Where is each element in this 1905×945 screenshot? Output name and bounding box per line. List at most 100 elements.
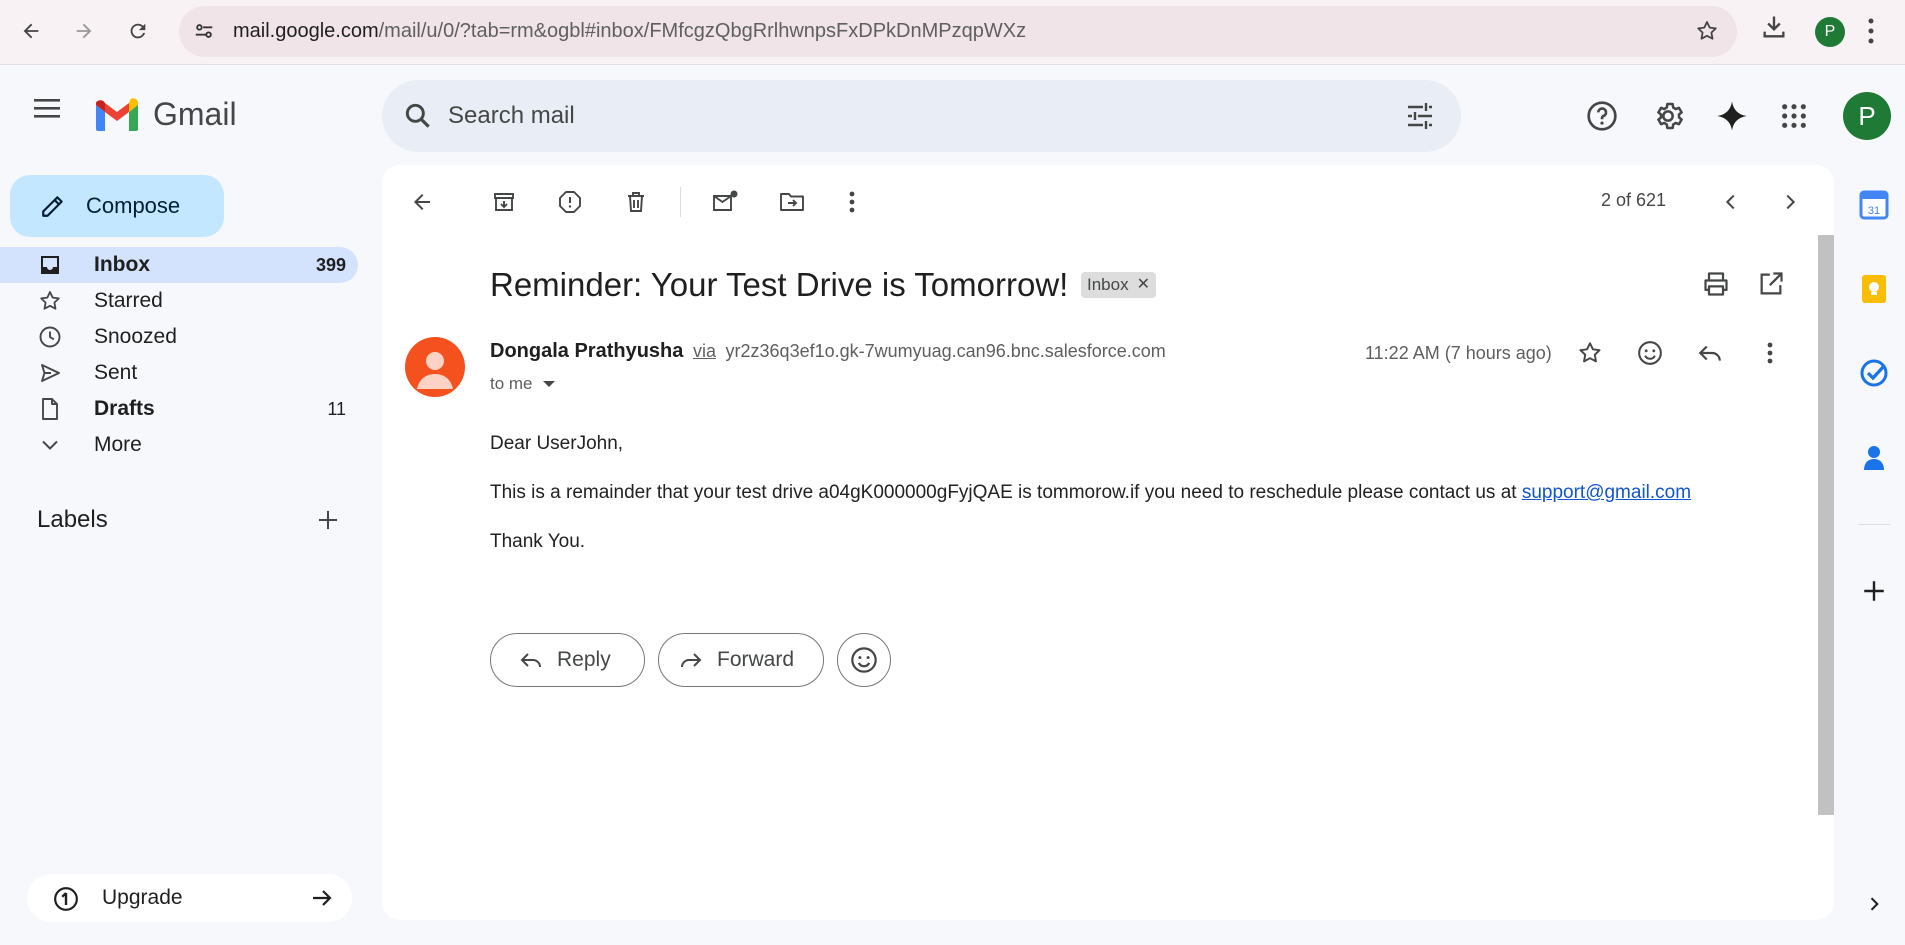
older-chevron-right-icon[interactable] bbox=[1770, 182, 1810, 222]
sidebar-item-sent[interactable]: Sent bbox=[0, 355, 358, 391]
address-bar[interactable]: mail.google.com/mail/u/0/?tab=rm&ogbl#in… bbox=[179, 6, 1737, 57]
labels-heading: Labels bbox=[37, 506, 108, 533]
sidebar-item-snoozed[interactable]: Snoozed bbox=[0, 319, 358, 355]
mark-unread-icon[interactable] bbox=[706, 182, 746, 222]
sender-address: yr2z36q3ef1o.gk-7wumyuag.can96.bnc.sales… bbox=[725, 341, 1166, 361]
url-host: mail.google.com bbox=[233, 20, 379, 42]
delete-trash-icon[interactable] bbox=[616, 182, 656, 222]
move-to-folder-icon[interactable] bbox=[772, 182, 812, 222]
sidebar-item-label: Inbox bbox=[94, 253, 150, 276]
inbox-icon bbox=[38, 253, 62, 277]
pencil-icon bbox=[40, 193, 66, 219]
browser-menu-icon[interactable] bbox=[1868, 16, 1874, 46]
back-arrow-icon[interactable] bbox=[13, 13, 49, 49]
add-label-icon[interactable] bbox=[316, 508, 340, 532]
star-icon bbox=[38, 289, 62, 313]
email-body-line: This is a remainder that your test drive… bbox=[490, 482, 1691, 504]
upgrade-button[interactable]: Upgrade bbox=[27, 874, 352, 922]
arrow-right-icon bbox=[310, 886, 334, 910]
back-to-inbox-icon[interactable] bbox=[402, 182, 442, 222]
remove-label-icon[interactable]: ✕ bbox=[1137, 272, 1150, 298]
reply-label: Reply bbox=[557, 648, 611, 671]
apps-grid-icon[interactable] bbox=[1774, 96, 1814, 136]
draft-count: 11 bbox=[327, 398, 346, 419]
help-icon[interactable] bbox=[1582, 96, 1622, 136]
recipient-text: to me bbox=[490, 374, 533, 393]
gmail-logo[interactable]: Gmail bbox=[93, 96, 237, 133]
add-reaction-icon[interactable] bbox=[1630, 333, 1670, 373]
star-message-icon[interactable] bbox=[1570, 333, 1610, 373]
tasks-icon[interactable] bbox=[1858, 357, 1890, 389]
reply-arrow-icon bbox=[519, 648, 543, 672]
reply-icon[interactable] bbox=[1690, 333, 1730, 373]
search-input[interactable] bbox=[448, 94, 1348, 138]
recipient-details[interactable]: to me bbox=[490, 374, 555, 394]
message-more-icon[interactable] bbox=[1750, 333, 1790, 373]
settings-gear-icon[interactable] bbox=[1648, 96, 1688, 136]
account-avatar[interactable]: P bbox=[1843, 92, 1891, 140]
pagination-text: 2 of 621 bbox=[1601, 190, 1667, 210]
sender-info: Dongala Prathyusha via yr2z36q3ef1o.gk-7… bbox=[490, 340, 1166, 363]
download-icon[interactable] bbox=[1760, 13, 1788, 41]
side-panel-divider bbox=[1858, 524, 1890, 525]
search-bar bbox=[382, 80, 1461, 152]
browser-profile-avatar[interactable]: P bbox=[1815, 17, 1845, 47]
contacts-icon[interactable] bbox=[1858, 441, 1890, 473]
gemini-sparkle-icon[interactable] bbox=[1712, 96, 1752, 136]
inbox-label-chip[interactable]: Inbox ✕ bbox=[1081, 272, 1156, 298]
reload-icon[interactable] bbox=[120, 13, 156, 49]
newer-chevron-left-icon[interactable] bbox=[1711, 182, 1751, 222]
open-new-window-icon[interactable] bbox=[1757, 270, 1785, 298]
support-email-link[interactable]: support@gmail.com bbox=[1522, 482, 1691, 503]
site-info-icon[interactable] bbox=[193, 20, 215, 42]
forward-button[interactable]: Forward bbox=[658, 633, 824, 687]
mail-folders: Inbox 399 Starred Snoozed Sent Drafts 11… bbox=[0, 247, 360, 463]
send-icon bbox=[38, 361, 62, 385]
app-name: Gmail bbox=[153, 96, 237, 132]
calendar-icon[interactable]: 31 bbox=[1858, 189, 1890, 221]
caret-down-icon bbox=[542, 381, 555, 387]
body-text: This is a remainder that your test drive… bbox=[490, 482, 1522, 503]
upgrade-icon bbox=[53, 886, 79, 912]
compose-label: Compose bbox=[86, 193, 181, 218]
sender-avatar[interactable] bbox=[405, 337, 465, 397]
email-greeting: Dear UserJohn, bbox=[490, 433, 624, 454]
keep-notes-icon[interactable] bbox=[1858, 273, 1890, 305]
draft-icon bbox=[38, 397, 62, 421]
unread-count: 399 bbox=[315, 254, 346, 275]
expand-panel-chevron-icon[interactable] bbox=[1858, 888, 1890, 920]
main-menu-icon[interactable] bbox=[32, 96, 62, 120]
print-icon[interactable] bbox=[1702, 270, 1730, 298]
search-options-icon[interactable] bbox=[1405, 102, 1435, 130]
report-spam-icon[interactable] bbox=[550, 182, 590, 222]
more-options-icon[interactable] bbox=[832, 182, 872, 222]
url-path: /mail/u/0/?tab=rm&ogbl#inbox/FMfcgzQbgRr… bbox=[378, 20, 1027, 42]
sender-name[interactable]: Dongala Prathyusha bbox=[490, 340, 683, 362]
archive-icon[interactable] bbox=[484, 182, 524, 222]
add-addon-icon[interactable] bbox=[1858, 575, 1890, 607]
scrollbar[interactable] bbox=[1818, 235, 1834, 815]
email-closing: Thank You. bbox=[490, 531, 586, 552]
email-subject: Reminder: Your Test Drive is Tomorrow! bbox=[490, 266, 1069, 303]
forward-label: Forward bbox=[717, 648, 795, 671]
reply-button[interactable]: Reply bbox=[490, 633, 645, 687]
search-icon[interactable] bbox=[402, 100, 434, 132]
toolbar-divider bbox=[680, 187, 681, 217]
clock-icon bbox=[38, 325, 62, 349]
browser-toolbar: mail.google.com/mail/u/0/?tab=rm&ogbl#in… bbox=[0, 0, 1905, 65]
bookmark-star-icon[interactable] bbox=[1695, 19, 1719, 43]
sidebar-item-label: More bbox=[94, 433, 142, 456]
sidebar-item-inbox[interactable]: Inbox 399 bbox=[0, 247, 358, 283]
emoji-react-button[interactable] bbox=[837, 633, 891, 687]
compose-button[interactable]: Compose bbox=[10, 175, 224, 237]
via-link[interactable]: via bbox=[693, 341, 716, 361]
sidebar-item-label: Sent bbox=[94, 361, 138, 384]
sidebar-item-label: Snoozed bbox=[94, 325, 177, 348]
forward-arrow-icon[interactable] bbox=[66, 13, 102, 49]
label-chip-text: Inbox bbox=[1087, 275, 1129, 294]
sidebar-item-label: Drafts bbox=[94, 397, 155, 420]
chevron-down-icon bbox=[38, 433, 62, 457]
sidebar-item-starred[interactable]: Starred bbox=[0, 283, 358, 319]
sidebar-item-more[interactable]: More bbox=[0, 427, 358, 463]
sidebar-item-drafts[interactable]: Drafts 11 bbox=[0, 391, 358, 427]
